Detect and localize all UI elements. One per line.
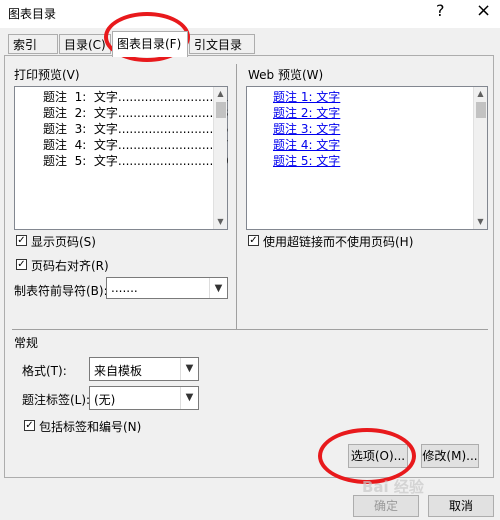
print-preview-line: 题注 5: 文字.........................10: [43, 154, 229, 168]
cancel-button[interactable]: 取消: [428, 495, 494, 517]
format-value: 来自模板: [94, 364, 143, 378]
web-preview-link[interactable]: 题注 1: 文字: [273, 89, 340, 105]
window-title: 图表目录: [8, 7, 57, 21]
use-hyperlinks-checkbox[interactable]: ✓: [248, 235, 259, 246]
watermark: Bai 经验: [362, 478, 424, 496]
scroll-up-icon[interactable]: ▲: [214, 87, 227, 101]
caption-select[interactable]: (无) ▼: [89, 386, 199, 410]
ok-button[interactable]: 确定: [353, 495, 419, 517]
web-preview-box: 题注 1: 文字 题注 2: 文字 题注 3: 文字 题注 4: 文字 题注 5…: [246, 86, 488, 230]
tab-table-of-figures[interactable]: 图表目录(F): [112, 31, 188, 57]
web-preview-link[interactable]: 题注 3: 文字: [273, 121, 340, 137]
scroll-thumb[interactable]: [476, 102, 486, 118]
chevron-down-icon: ▼: [180, 358, 198, 380]
include-label-text: 包括标签和编号(N): [39, 420, 142, 434]
web-preview-label: Web 预览(W): [248, 68, 324, 82]
print-preview-scrollbar[interactable]: ▲ ▼: [213, 87, 227, 229]
help-icon[interactable]: ?: [436, 1, 445, 20]
title-bar: 图表目录 ? ×: [0, 0, 500, 28]
print-preview-line: 题注 4: 文字...........................7: [43, 138, 229, 152]
scroll-down-icon[interactable]: ▼: [474, 215, 487, 229]
tab-table-of-authorities[interactable]: 引文目录(A): [189, 34, 255, 72]
chevron-down-icon: ▼: [209, 278, 227, 298]
scroll-up-icon[interactable]: ▲: [474, 87, 487, 101]
scroll-down-icon[interactable]: ▼: [214, 215, 227, 229]
modify-button[interactable]: 修改(M)...: [421, 444, 479, 468]
print-preview-label: 打印预览(V): [14, 68, 80, 82]
caption-label: 题注标签(L):: [22, 393, 91, 407]
caption-value: (无): [94, 393, 116, 407]
tab-leader-value: .......: [111, 281, 138, 295]
print-preview-box: 题注 1: 文字...........................1 题注 …: [14, 86, 229, 230]
print-preview-line: 题注 1: 文字...........................1: [43, 90, 229, 104]
tab-leader-label: 制表符前导符(B):: [14, 284, 108, 298]
general-heading: 常规: [14, 336, 39, 350]
web-preview-link[interactable]: 题注 4: 文字: [273, 137, 340, 153]
web-preview-link[interactable]: 题注 2: 文字: [273, 105, 340, 121]
tab-index[interactable]: 索引(X): [8, 34, 58, 72]
web-preview-link[interactable]: 题注 5: 文字: [273, 153, 340, 169]
right-align-label: 页码右对齐(R): [31, 259, 109, 273]
show-page-numbers-checkbox[interactable]: ✓: [16, 235, 27, 246]
include-label-checkbox[interactable]: ✓: [24, 420, 35, 431]
scroll-thumb[interactable]: [216, 102, 226, 118]
print-preview-line: 题注 2: 文字...........................3: [43, 106, 229, 120]
format-select[interactable]: 来自模板 ▼: [89, 357, 199, 381]
web-preview-scrollbar[interactable]: ▲ ▼: [473, 87, 487, 229]
chevron-down-icon: ▼: [180, 387, 198, 409]
print-preview-line: 题注 3: 文字...........................5: [43, 122, 229, 136]
close-icon[interactable]: ×: [476, 0, 491, 21]
tab-leader-select[interactable]: ....... ▼: [106, 277, 228, 299]
right-align-checkbox[interactable]: ✓: [16, 259, 27, 270]
show-page-numbers-label: 显示页码(S): [31, 235, 96, 249]
format-label: 格式(T):: [22, 364, 67, 378]
divider: [236, 64, 237, 329]
divider: [12, 329, 488, 330]
use-hyperlinks-label: 使用超链接而不使用页码(H): [263, 235, 414, 249]
